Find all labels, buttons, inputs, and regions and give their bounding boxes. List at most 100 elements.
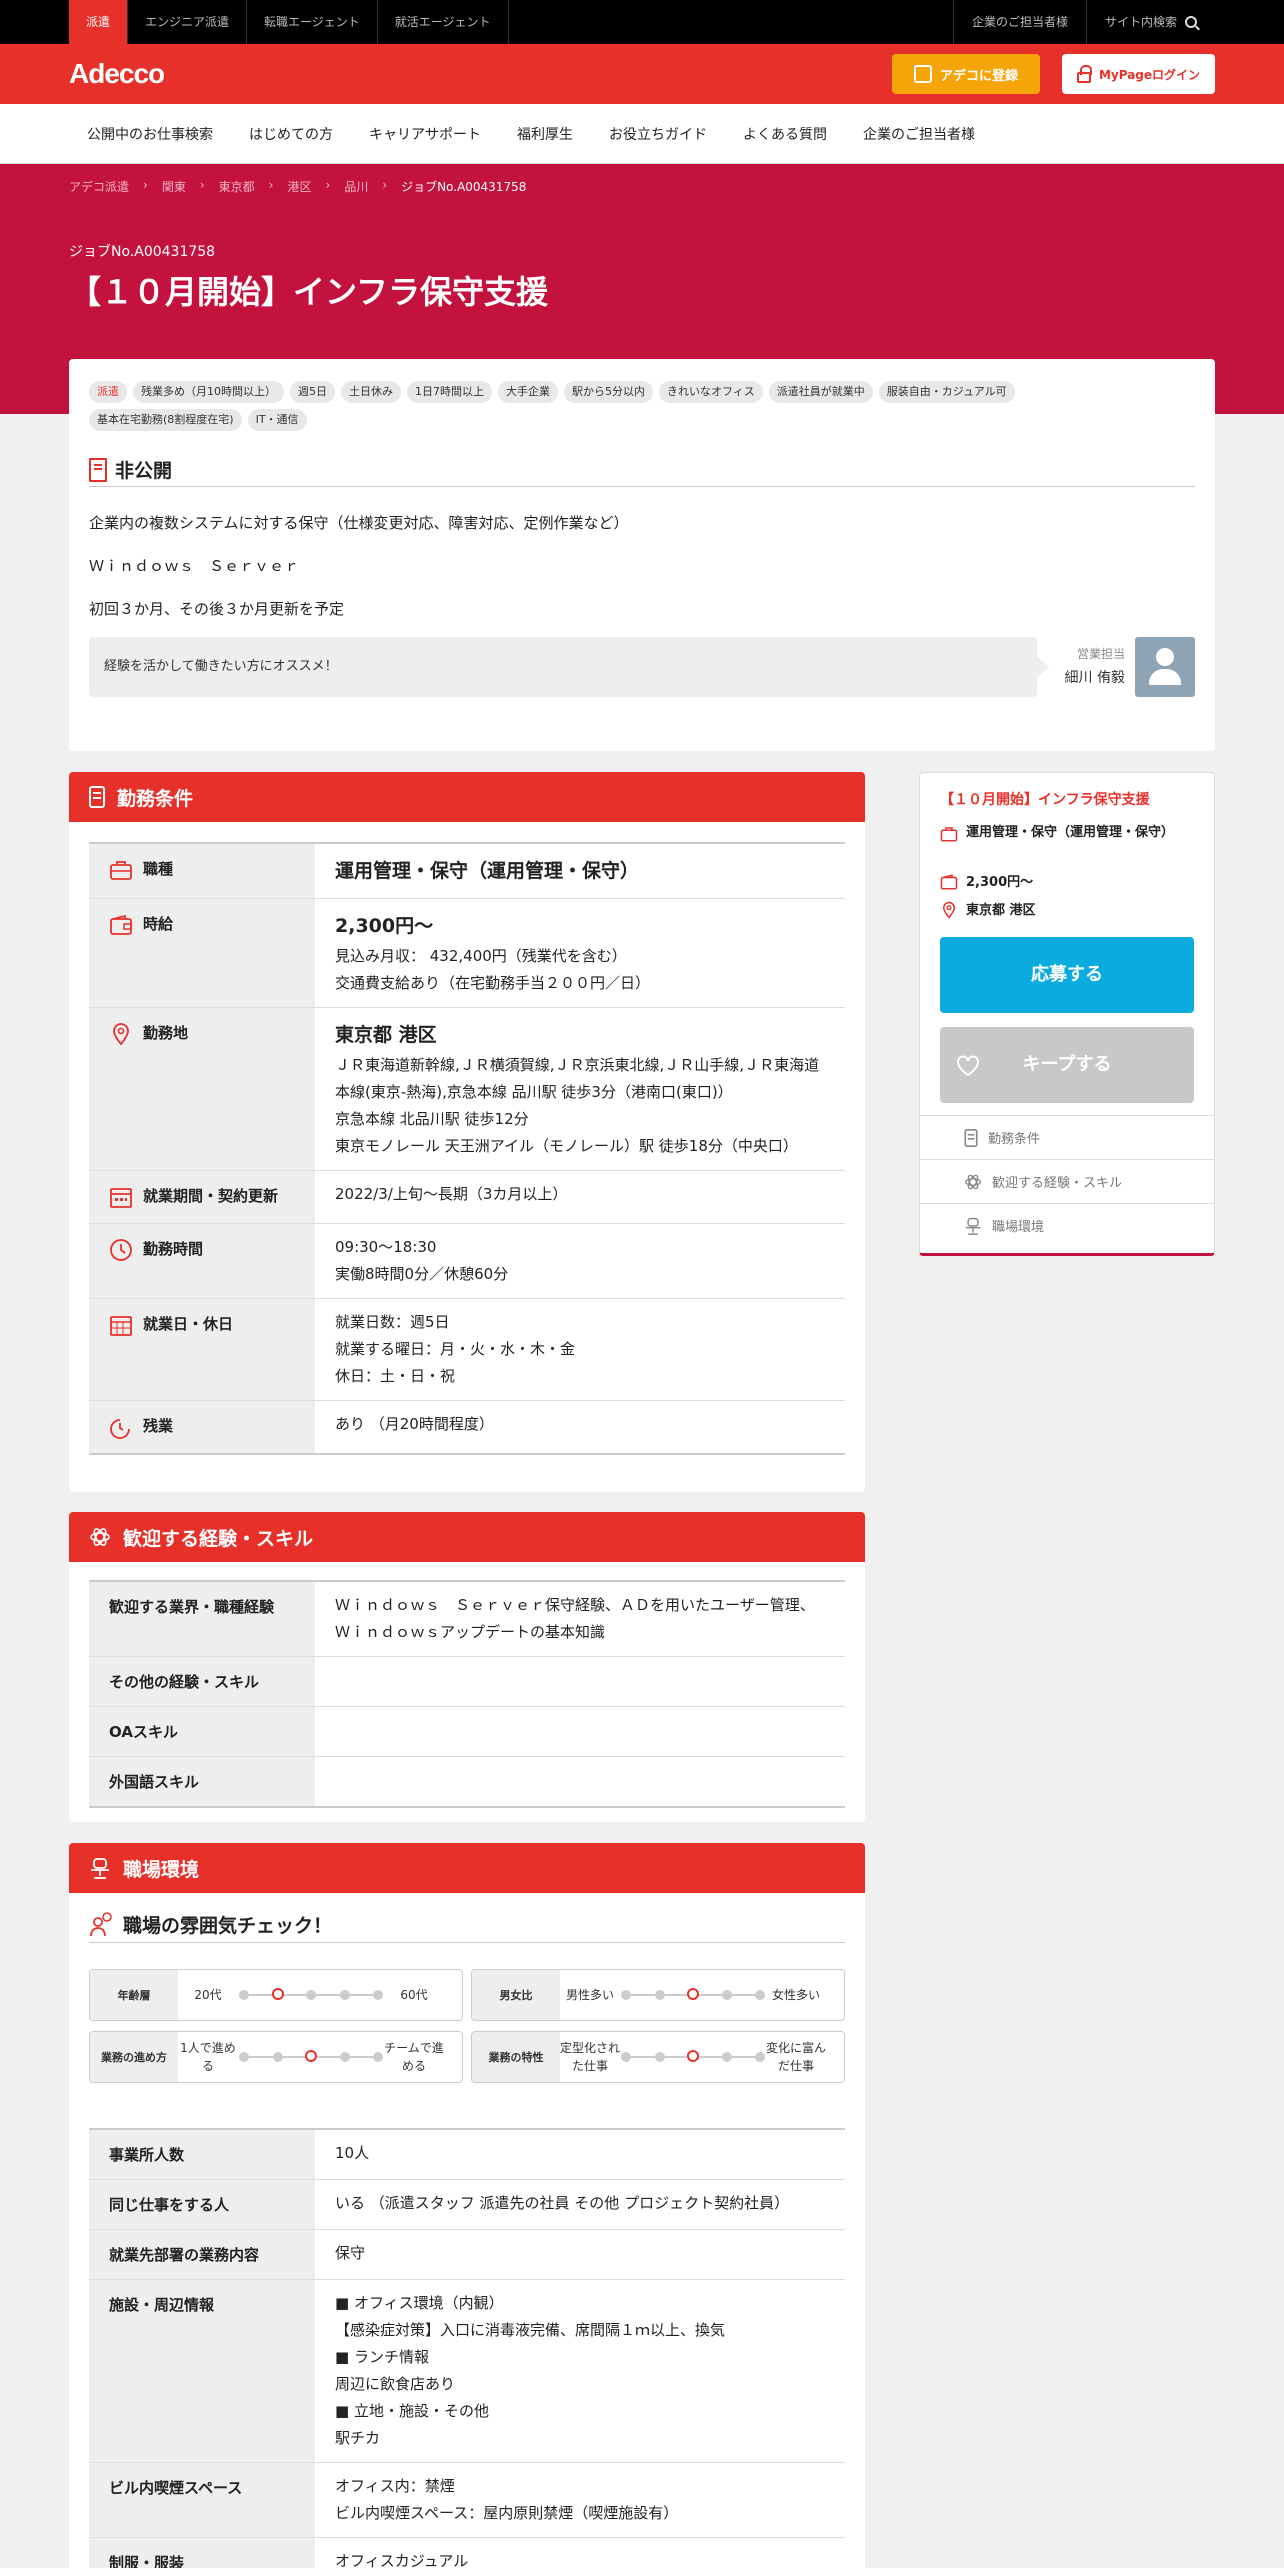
facility-line: 駅チカ <box>335 2429 381 2447</box>
nav-job-search[interactable]: 公開中のお仕事検索 <box>69 124 231 144</box>
table-row: 職種 運用管理・保守（運用管理・保守） <box>89 844 845 899</box>
env-value: いる （派遣スタッフ 派遣先の社員 その他 プロジェクト契約社員） <box>335 2194 790 2212</box>
heart-icon <box>957 1055 979 1077</box>
conditions-title: 勤務条件 <box>117 787 194 810</box>
scale-marker <box>654 2052 665 2062</box>
breadcrumb-item[interactable]: 関東 <box>162 178 186 195</box>
row-label: 同じ仕事をする人 <box>89 2180 315 2229</box>
scale-left: 20代 <box>194 1988 222 2002</box>
sidebar-nav-conditions[interactable]: 勤務条件 <box>920 1115 1214 1159</box>
sidebar-nav-skills[interactable]: 歓迎する経験・スキル <box>920 1159 1214 1203</box>
tab-haken[interactable]: 派遣 <box>69 0 129 44</box>
tab-engineer[interactable]: エンジニア派遣 <box>128 0 248 44</box>
site-search-link[interactable]: サイト内検索 <box>1085 0 1215 44</box>
breadcrumb: アデコ派遣 › 関東 › 東京都 › 港区 › 品川 › ジョブNo.A00431758 <box>69 178 527 195</box>
corporate-link[interactable]: 企業のご担当者様 <box>952 0 1086 44</box>
row-label: 外国語スキル <box>89 1757 315 1806</box>
days-value: 就業日数：週5日 <box>335 1313 450 1331</box>
document-icon <box>89 786 105 808</box>
atom-icon <box>90 1528 110 1546</box>
nav-first-time[interactable]: はじめての方 <box>231 124 351 144</box>
sidebar-nav-environment[interactable]: 職場環境 <box>920 1203 1214 1247</box>
lock-icon <box>1076 64 1092 83</box>
row-label: その他の経験・スキル <box>89 1657 315 1706</box>
table-row: ビル内喫煙スペース オフィス内：禁煙 ビル内喫煙スペース：屋内原則禁煙（喫煙施設有） <box>89 2463 845 2538</box>
row-label: 勤務時間 <box>143 1240 204 1258</box>
sidebar-location-text: 東京都 港区 <box>966 903 1036 918</box>
scale-marker <box>621 1990 631 2000</box>
facility-line: 周辺に飲食店あり <box>335 2375 456 2393</box>
nav-career-support[interactable]: キャリアサポート <box>351 124 499 144</box>
env-value: 10人 <box>335 2144 370 2162</box>
main-nav: 公開中のお仕事検索 はじめての方 キャリアサポート 福利厚生 お役立ちガイド よ… <box>0 104 1284 164</box>
tag: 派遣社員が就業中 <box>768 381 873 403</box>
clock-icon <box>110 1239 132 1261</box>
skills-table: 歓迎する業界・職種経験 Ｗｉｎｄｏｗｓ Ｓｅｒｖｅｒ保守経験、ＡＤを用いたユーザー… <box>89 1580 845 1808</box>
wallet-icon <box>940 874 958 890</box>
document-icon <box>964 1128 978 1147</box>
location-pin-icon <box>113 1023 129 1046</box>
scale-marker <box>373 2052 383 2062</box>
breadcrumb-item[interactable]: 港区 <box>287 178 311 195</box>
table-row: OAスキル <box>89 1707 845 1757</box>
row-label: 就業期間・契約更新 <box>143 1187 279 1205</box>
hours-value: 09:30～18:30 <box>335 1238 437 1256</box>
tag: IT・通信 <box>247 409 307 431</box>
keep-button[interactable]: キープする <box>940 1027 1194 1103</box>
breadcrumb-item[interactable]: アデコ派遣 <box>69 178 129 195</box>
tag: 大手企業 <box>498 381 558 403</box>
skill-value: Ｗｉｎｄｏｗｓ Ｓｅｒｖｅｒ保守経験、ＡＤを用いたユーザー管理、Ｗｉｎｄｏｗｓア… <box>335 1596 815 1641</box>
facility-line: ■ オフィス環境（内観） <box>335 2294 504 2312</box>
mypage-login-button[interactable]: MyPageログイン <box>1062 54 1215 94</box>
chair-icon <box>965 1217 981 1235</box>
nav-corporate[interactable]: 企業のご担当者様 <box>845 124 993 144</box>
scale-label: 業務の進め方 <box>90 2032 178 2082</box>
calendar-grid-icon <box>110 1316 132 1336</box>
skill-value <box>315 1657 845 1706</box>
table-row: 同じ仕事をする人 いる （派遣スタッフ 派遣先の社員 その他 プロジェクト契約社員… <box>89 2180 845 2230</box>
breadcrumb-item[interactable]: 品川 <box>344 178 368 195</box>
location-value: 東京都 港区 <box>335 1024 437 1046</box>
env-value: 保守 <box>335 2244 366 2262</box>
site-search-label: サイト内検索 <box>1104 15 1177 29</box>
nav-guide[interactable]: お役立ちガイド <box>591 124 725 144</box>
table-row: 事業所人数 10人 <box>89 2130 845 2180</box>
tab-job-hunt-agent[interactable]: 就活エージェント <box>378 0 509 44</box>
logo[interactable]: Adecco <box>69 58 165 90</box>
sidebar-nav-label: 勤務条件 <box>988 1132 1041 1147</box>
tag: 派遣 <box>89 381 127 403</box>
table-row: その他の経験・スキル <box>89 1657 845 1707</box>
skill-value <box>315 1707 845 1756</box>
scale-marker <box>272 2052 283 2062</box>
conditions-panel: 勤務条件 職種 運用管理・保守（運用管理・保守） 時給 2,300円～ 見込み月収… <box>69 772 865 1492</box>
rep-name: 細川 侑毅 <box>1064 670 1125 686</box>
access-info: 京急本線 北品川駅 徒歩12分 <box>335 1110 529 1128</box>
register-button[interactable]: アデコに登録 <box>892 54 1040 94</box>
row-label: 事業所人数 <box>89 2130 315 2179</box>
apply-button[interactable]: 応募する <box>940 937 1194 1013</box>
holidays: 休日：土・日・祝 <box>335 1367 456 1385</box>
building-icon <box>89 457 107 482</box>
skills-header: 歓迎する経験・スキル <box>69 1512 865 1562</box>
nav-faq[interactable]: よくある質問 <box>725 124 845 144</box>
scale-marker-selected <box>305 2050 317 2062</box>
skills-title: 歓迎する経験・スキル <box>123 1527 314 1550</box>
wage-value: 2,300円～ <box>335 915 434 937</box>
sidebar-job-text: 運用管理・保守（運用管理・保守） <box>966 825 1175 840</box>
row-label: ビル内喫煙スペース <box>89 2463 315 2537</box>
tab-career-agent[interactable]: 転職エージェント <box>247 0 378 44</box>
table-row: 就業先部署の業務内容 保守 <box>89 2230 845 2280</box>
breadcrumb-item[interactable]: 東京都 <box>219 178 255 195</box>
recommend-bubble: 経験を活かして働きたい方にオススメ！ <box>89 637 1049 697</box>
top-bar: 派遣 エンジニア派遣 転職エージェント 就活エージェント 企業のご担当者様 サイ… <box>0 0 1284 44</box>
table-row: 勤務時間 09:30～18:30 実働8時間0分／休憩60分 <box>89 1224 845 1299</box>
scale-marker-selected <box>687 2050 699 2062</box>
scale-marker <box>239 1990 249 2000</box>
environment-panel: 職場環境 職場の雰囲気チェック！ 年齢層 20代 60代 男女比 男性多い 女性… <box>69 1843 865 2568</box>
nav-benefits[interactable]: 福利厚生 <box>499 124 591 144</box>
table-row: 就業日・休日 就業日数：週5日 就業する曜日：月・火・水・木・金 休日：土・日・祝 <box>89 1299 845 1401</box>
conditions-table: 職種 運用管理・保守（運用管理・保守） 時給 2,300円～ 見込み月収： 432… <box>89 842 845 1455</box>
access-info: 東京モノレール 天王洲アイル（モノレール）駅 徒歩18分（中央口） <box>335 1137 798 1155</box>
job-description: Ｗｉｎｄｏｗｓ Ｓｅｒｖｅｒ <box>89 557 300 575</box>
scale-right: 女性多い <box>771 1988 820 2002</box>
